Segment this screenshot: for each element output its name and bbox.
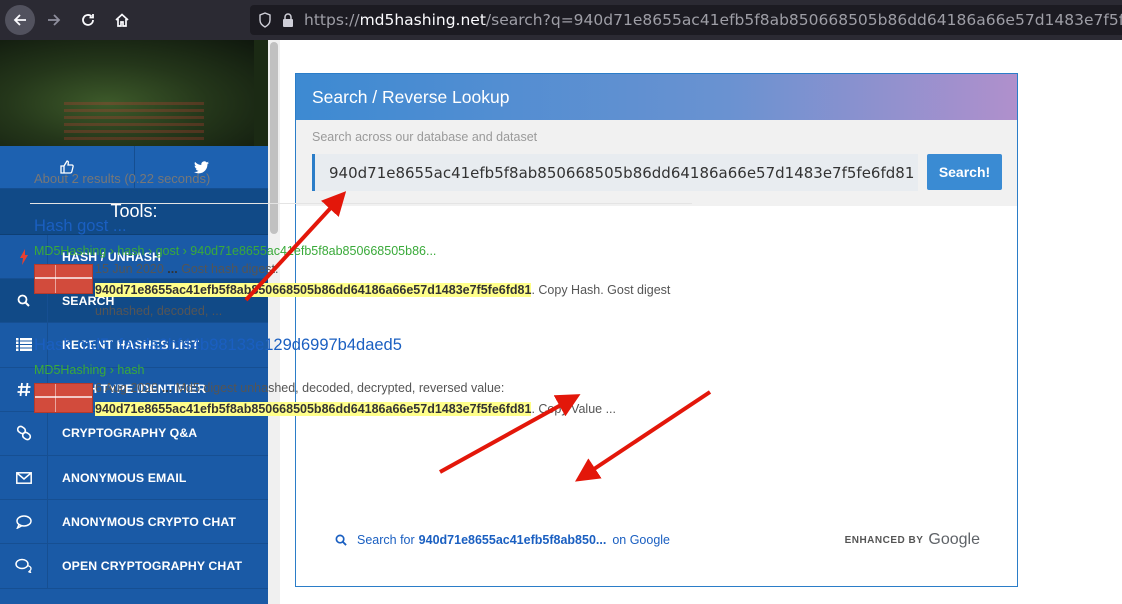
sidebar-item-open-cryptography-chat[interactable]: OPEN CRYPTOGRAPHY CHAT bbox=[0, 544, 268, 589]
home-button[interactable] bbox=[107, 5, 137, 35]
result-ellipsis: ... bbox=[167, 262, 178, 276]
url-scheme: https:// bbox=[304, 11, 360, 29]
results-list: About 2 results (0.22 seconds) Hash gost… bbox=[30, 160, 692, 420]
result-url[interactable]: MD5Hashing › hash › gost › 940d71e8655ac… bbox=[34, 241, 692, 261]
chat-bubble-icon bbox=[0, 500, 48, 544]
sidebar-item-label: CRYPTOGRAPHY Q&A bbox=[62, 426, 198, 441]
forward-button[interactable] bbox=[39, 5, 69, 35]
result-thumbnail bbox=[34, 383, 93, 413]
google-search-prefix: Search for bbox=[357, 533, 415, 547]
results-count: About 2 results (0.22 seconds) bbox=[30, 160, 692, 204]
lock-icon[interactable] bbox=[282, 12, 294, 28]
banner-image bbox=[0, 40, 268, 146]
google-search-row: Search for 940d71e8655ac41efb5f8ab850...… bbox=[335, 530, 980, 550]
result-snippet-tail: . Copy Value ... bbox=[531, 402, 616, 416]
result-title-link[interactable]: Hash md5: facda2bf44b98133e129d6997b4dae… bbox=[34, 336, 692, 360]
enhanced-by-google: ENHANCED BY Google bbox=[845, 531, 980, 549]
arrow-left-icon bbox=[13, 14, 26, 26]
envelope-icon bbox=[0, 455, 48, 500]
result-ellipsis: ... bbox=[161, 381, 173, 395]
search-hint: Search across our database and dataset bbox=[312, 130, 538, 144]
result-url[interactable]: MD5Hashing › hash bbox=[34, 360, 692, 380]
search-button[interactable]: Search! bbox=[927, 154, 1002, 190]
enhanced-by-label: ENHANCED BY bbox=[844, 534, 924, 546]
result-snippet: 15 Jun 2020 ... Gost hash digest. 940d71… bbox=[95, 259, 692, 322]
result-item: Hash md5: facda2bf44b98133e129d6997b4dae… bbox=[30, 336, 692, 420]
back-button[interactable] bbox=[5, 5, 35, 35]
result-snippet-text: Gost hash digest. bbox=[177, 262, 279, 276]
google-search-suffix: on Google bbox=[612, 533, 670, 547]
chat-bubbles-icon bbox=[0, 544, 48, 588]
result-snippet: 6 Aug 2020 ... Md5 digest unhashed, deco… bbox=[95, 378, 616, 420]
shield-icon[interactable] bbox=[258, 12, 272, 28]
result-date: 6 Aug 2020 bbox=[95, 381, 159, 395]
result-snippet-text: Md5 digest unhashed, decoded, decrypted,… bbox=[172, 381, 505, 395]
google-logo: Google bbox=[928, 531, 980, 548]
url-domain: md5hashing.net bbox=[359, 11, 486, 29]
sidebar-item-anonymous-crypto-chat[interactable]: ANONYMOUS CRYPTO CHAT bbox=[0, 500, 268, 545]
url-path: /search?q=940d71e8655ac41efb5f8ab8506685… bbox=[485, 11, 1122, 29]
result-hash-highlight: 940d71e8655ac41efb5f8ab850668505b86dd641… bbox=[95, 402, 532, 416]
result-hash-highlight: 940d71e8655ac41efb5f8ab850668505b86dd641… bbox=[95, 283, 532, 297]
panel-title: Search / Reverse Lookup bbox=[296, 74, 1017, 120]
sidebar-item-label: ANONYMOUS EMAIL bbox=[62, 470, 187, 485]
sidebar-item-label: ANONYMOUS CRYPTO CHAT bbox=[62, 514, 237, 529]
reload-button[interactable] bbox=[73, 5, 103, 35]
google-search-query: 940d71e8655ac41efb5f8ab850... bbox=[418, 533, 607, 547]
search-icon bbox=[335, 534, 347, 546]
browser-toolbar: https://md5hashing.net/search?q=940d71e8… bbox=[0, 0, 1122, 40]
sidebar-item-anonymous-email[interactable]: ANONYMOUS EMAIL bbox=[0, 455, 268, 501]
google-search-link[interactable]: Search for 940d71e8655ac41efb5f8ab850...… bbox=[335, 533, 670, 547]
result-thumbnail bbox=[34, 264, 93, 294]
arrow-right-icon bbox=[48, 14, 61, 26]
result-title-link[interactable]: Hash gost ... bbox=[34, 217, 692, 241]
sidebar-item-label: OPEN CRYPTOGRAPHY CHAT bbox=[62, 558, 243, 573]
home-icon bbox=[115, 13, 129, 27]
address-bar[interactable]: https://md5hashing.net/search?q=940d71e8… bbox=[250, 5, 1122, 35]
result-date: 15 Jun 2020 bbox=[95, 262, 164, 276]
reload-icon bbox=[82, 14, 94, 26]
result-item: Hash gost ... MD5Hashing › hash › gost ›… bbox=[30, 217, 692, 322]
